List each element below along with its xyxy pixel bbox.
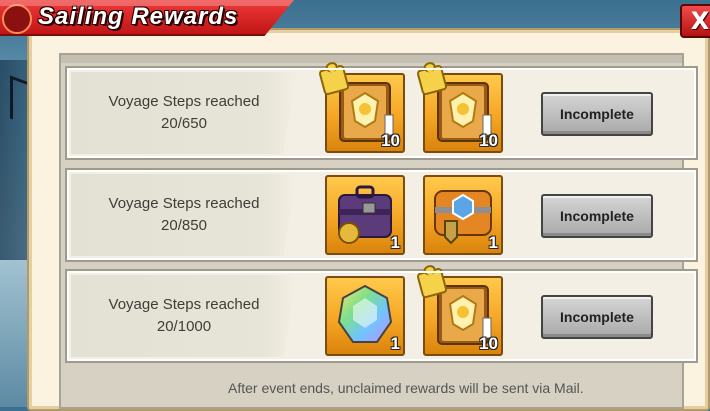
puzzle-icon <box>416 267 448 299</box>
item-count: 10 <box>479 131 498 150</box>
item-count: 1 <box>390 233 400 252</box>
title-tab: Sailing Rewards <box>0 0 294 36</box>
window-title: Sailing Rewards <box>38 3 239 30</box>
reward-item[interactable]: 1 <box>423 175 503 255</box>
milestone-progress: 20/1000 <box>156 318 212 335</box>
milestone-progress: 20/650 <box>161 115 207 132</box>
milestone-label: Voyage Steps reached <box>108 195 260 212</box>
puzzle-icon <box>318 64 350 96</box>
reward-item[interactable]: 10 <box>416 267 503 356</box>
purple-chest-icon <box>338 185 392 244</box>
gear-book-icon <box>437 82 492 142</box>
anchor-icon <box>2 4 32 34</box>
milestone-progress: 20/850 <box>161 217 207 234</box>
close-icon: X <box>690 7 710 35</box>
reward-row: Voyage Steps reached 20/1000 1 10 Incomp… <box>65 267 698 363</box>
row-label: Voyage Steps reached 20/1000 <box>71 275 297 357</box>
puzzle-icon <box>416 64 448 96</box>
item-count: 1 <box>390 334 400 353</box>
incomplete-button[interactable]: Incomplete <box>541 92 653 136</box>
rainbow-gem-icon <box>337 284 393 343</box>
item-count: 10 <box>479 334 498 353</box>
gear-book-icon <box>339 82 394 142</box>
item-count: 1 <box>488 233 498 252</box>
incomplete-button[interactable]: Incomplete <box>541 295 653 339</box>
milestone-label: Voyage Steps reached <box>108 93 260 110</box>
reward-item[interactable]: 10 <box>318 64 405 153</box>
reward-item[interactable]: 10 <box>416 64 503 153</box>
orange-chest-icon <box>434 190 492 245</box>
gear-book-icon <box>437 285 492 345</box>
reward-row: Voyage Steps reached 20/850 1 1 Incomple… <box>65 168 698 262</box>
close-button[interactable]: X <box>680 4 710 38</box>
footer-note: After event ends, unclaimed rewards will… <box>228 380 584 396</box>
item-count: 10 <box>381 131 400 150</box>
milestone-label: Voyage Steps reached <box>108 296 260 313</box>
reward-item[interactable]: 1 <box>325 276 405 356</box>
row-label: Voyage Steps reached 20/650 <box>71 72 297 154</box>
reward-row: Voyage Steps reached 20/650 10 10 Incomp… <box>65 64 698 160</box>
row-label: Voyage Steps reached 20/850 <box>71 174 297 256</box>
reward-item[interactable]: 1 <box>325 175 405 255</box>
incomplete-button[interactable]: Incomplete <box>541 194 653 238</box>
